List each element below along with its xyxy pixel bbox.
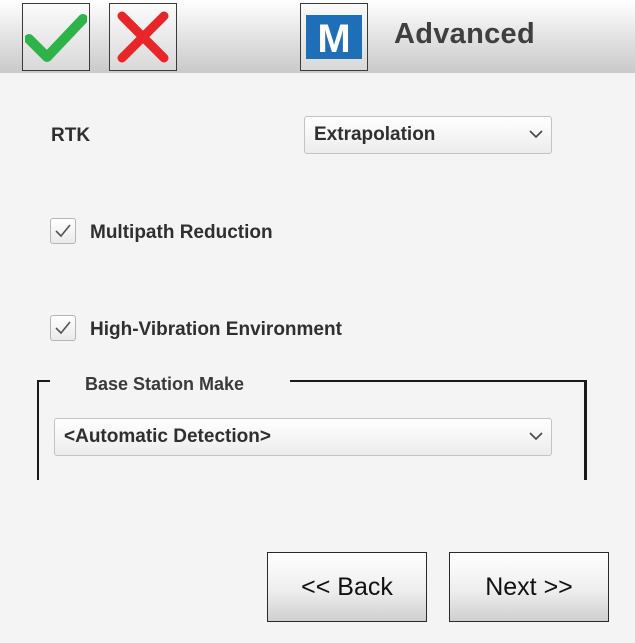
- chevron-down-icon: [529, 432, 543, 441]
- rtk-select-value: Extrapolation: [314, 124, 436, 145]
- toolbar: M Advanced: [0, 0, 635, 73]
- next-button[interactable]: Next >>: [449, 552, 609, 622]
- group-border-left: [37, 380, 39, 480]
- multipath-checkbox[interactable]: [50, 218, 76, 244]
- page-title: Advanced: [394, 18, 535, 50]
- vibration-label: High-Vibration Environment: [90, 319, 342, 340]
- ok-button[interactable]: [22, 3, 90, 71]
- checkmark-icon: [25, 14, 87, 62]
- check-icon: [55, 321, 71, 335]
- m-logo-icon: M: [306, 15, 362, 59]
- cancel-button[interactable]: [109, 3, 177, 71]
- vibration-checkbox[interactable]: [50, 315, 76, 341]
- check-icon: [55, 224, 71, 238]
- base-station-legend: Base Station Make: [85, 374, 245, 394]
- back-button[interactable]: << Back: [267, 552, 427, 622]
- multipath-label: Multipath Reduction: [90, 222, 273, 243]
- group-legend: Base Station Make: [50, 372, 290, 394]
- base-station-select-value: <Automatic Detection>: [64, 426, 271, 447]
- m-logo-letter: M: [317, 18, 350, 56]
- rtk-label: RTK: [51, 125, 91, 146]
- mode-button[interactable]: M: [300, 3, 368, 71]
- chevron-down-icon: [529, 130, 543, 139]
- group-border-right: [584, 380, 587, 480]
- base-station-select[interactable]: <Automatic Detection>: [54, 418, 552, 456]
- rtk-select[interactable]: Extrapolation: [304, 116, 552, 154]
- x-icon: [117, 11, 169, 63]
